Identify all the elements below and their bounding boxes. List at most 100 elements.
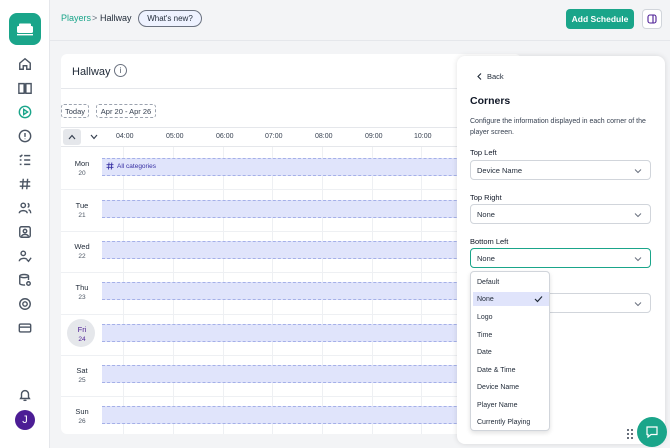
hash-icon[interactable]	[16, 175, 34, 193]
day-name: Sat	[76, 366, 88, 375]
option-label: None	[477, 295, 494, 303]
top-right-label: Top Right	[470, 193, 502, 202]
hash-icon	[106, 162, 114, 170]
day-number: 26	[78, 418, 86, 425]
top-left-label: Top Left	[470, 148, 497, 157]
chevron-left-icon	[477, 73, 482, 80]
schedule-card: Hallway i Today Apr 20 - Apr 26 04:00 05…	[61, 54, 521, 434]
day-number: 23	[78, 294, 86, 301]
user-check-icon[interactable]	[16, 247, 34, 265]
option-item[interactable]: Device Name	[473, 380, 549, 394]
logo-icon	[17, 23, 33, 36]
day-number: 20	[78, 170, 86, 177]
option-item[interactable]: Time	[473, 328, 549, 342]
panel-title: Corners	[470, 95, 511, 107]
top-left-select[interactable]: Device Name	[470, 160, 651, 180]
alert-icon[interactable]	[16, 127, 34, 145]
day-number: 25	[78, 377, 86, 384]
play-icon[interactable]	[16, 103, 34, 121]
day-divider	[61, 189, 521, 190]
day-divider	[61, 396, 521, 397]
hour-label: 08:00	[315, 133, 333, 140]
chevron-down-icon	[634, 257, 642, 262]
bell-icon[interactable]	[16, 386, 34, 404]
day-divider	[61, 314, 521, 315]
day-name: Fri	[77, 325, 87, 334]
day-divider	[61, 272, 521, 273]
panel-toggle-icon	[647, 14, 657, 24]
day-name: Thu	[75, 283, 89, 292]
breadcrumb-players[interactable]: Players	[61, 13, 91, 23]
corners-panel: Back Corners Configure the information d…	[457, 56, 665, 444]
option-item[interactable]: Date	[473, 345, 549, 359]
today-button[interactable]: Today	[61, 104, 89, 118]
hour-label: 10:00	[414, 133, 432, 140]
chat-button[interactable]	[637, 417, 667, 447]
scroll-up-button[interactable]	[63, 129, 81, 145]
card-icon[interactable]	[16, 319, 34, 337]
option-item[interactable]: Player Name	[473, 398, 549, 412]
date-range[interactable]: Apr 20 - Apr 26	[96, 104, 156, 118]
chevron-up-icon	[68, 134, 76, 140]
day-number: 22	[78, 253, 86, 260]
day-number: 21	[78, 212, 86, 219]
day-name: Tue	[75, 201, 89, 210]
top-left-value: Device Name	[477, 165, 523, 175]
bottom-left-select[interactable]: None	[470, 248, 651, 268]
user-avatar[interactable]: J	[15, 410, 35, 430]
app-logo[interactable]	[9, 13, 41, 45]
top-right-value: None	[477, 209, 495, 219]
breadcrumb-separator: >	[92, 13, 98, 23]
chat-icon	[646, 426, 658, 439]
scroll-down-button[interactable]	[85, 129, 103, 145]
sidebar: J	[0, 0, 50, 448]
back-label: Back	[487, 72, 504, 81]
day-number: 24	[78, 336, 86, 343]
panel-description: Configure the information displayed in e…	[470, 118, 646, 136]
day-name: Sun	[75, 407, 89, 416]
option-item[interactable]: Currently Playing	[473, 415, 549, 429]
drag-handle-icon[interactable]	[626, 428, 634, 440]
event-label-text: All categories	[117, 162, 157, 170]
panel-toggle-button[interactable]	[642, 9, 662, 29]
users-icon[interactable]	[16, 199, 34, 217]
option-item[interactable]: Logo	[473, 310, 549, 324]
hour-label: 04:00	[116, 133, 134, 140]
day-name: Mon	[74, 159, 90, 168]
chevron-down-icon	[634, 302, 642, 307]
book-icon[interactable]	[16, 79, 34, 97]
title-divider	[61, 88, 521, 89]
schedule-title: Hallway	[72, 66, 111, 78]
chevron-down-icon	[90, 134, 98, 140]
header-divider	[50, 40, 670, 41]
option-item[interactable]: Date & Time	[473, 363, 549, 377]
breadcrumb-current: Hallway	[100, 13, 132, 23]
hour-label: 05:00	[166, 133, 184, 140]
top-header: Players > Hallway What's new? Add Schedu…	[50, 0, 670, 40]
database-settings-icon[interactable]	[16, 271, 34, 289]
home-icon[interactable]	[16, 55, 34, 73]
option-item-selected[interactable]: None	[473, 292, 549, 306]
chevron-down-icon	[634, 213, 642, 218]
info-icon[interactable]: i	[114, 64, 127, 77]
hour-label: 09:00	[365, 133, 383, 140]
chevron-down-icon	[634, 169, 642, 174]
media-icon[interactable]	[16, 223, 34, 241]
bottom-left-label: Bottom Left	[470, 237, 509, 246]
check-icon	[534, 296, 543, 303]
bottom-left-options-menu: Default None Logo Time Date Date & Time …	[470, 271, 550, 431]
hour-label: 07:00	[265, 133, 283, 140]
hour-label: 06:00	[216, 133, 234, 140]
top-right-select[interactable]: None	[470, 204, 651, 224]
day-name: Wed	[74, 242, 90, 251]
whats-new-button[interactable]: What's new?	[138, 10, 202, 27]
bottom-left-value: None	[477, 253, 495, 263]
event-label: All categories	[106, 162, 156, 170]
day-divider	[61, 355, 521, 356]
list-icon[interactable]	[16, 151, 34, 169]
day-divider	[61, 231, 521, 232]
add-schedule-button[interactable]: Add Schedule	[566, 9, 634, 29]
option-item[interactable]: Default	[473, 275, 549, 289]
gear-icon[interactable]	[16, 295, 34, 313]
back-button[interactable]: Back	[477, 72, 504, 81]
